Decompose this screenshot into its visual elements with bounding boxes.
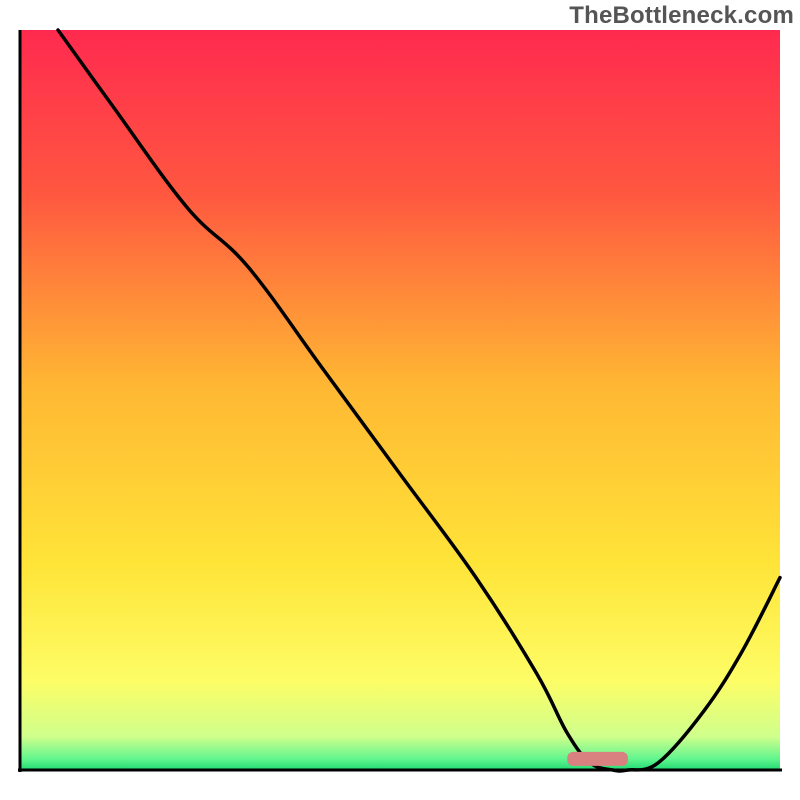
plot-area <box>18 30 782 772</box>
gradient-background <box>20 30 780 770</box>
attribution-text: TheBottleneck.com <box>569 2 794 30</box>
optimal-range-marker <box>567 752 628 766</box>
bottleneck-chart <box>0 0 800 800</box>
